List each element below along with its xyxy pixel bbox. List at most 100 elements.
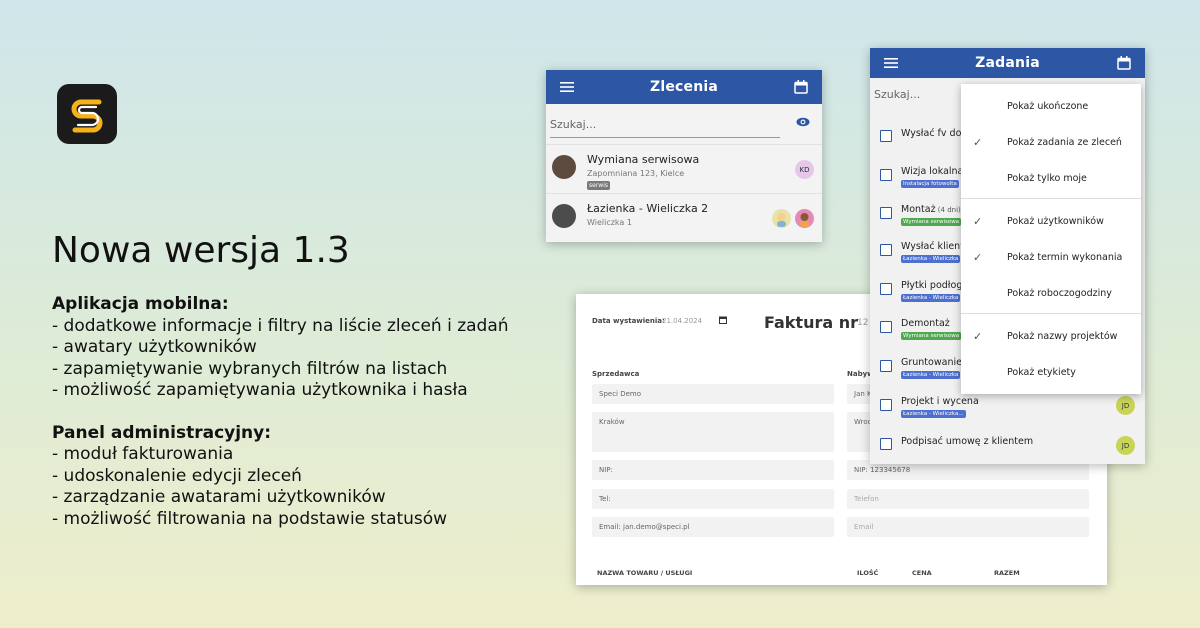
column-header: ILOŚĆ [857, 569, 879, 577]
calendar-icon[interactable] [794, 80, 808, 94]
task-checkbox[interactable] [880, 399, 892, 411]
user-avatar: KD [795, 160, 814, 179]
seller-name-field[interactable]: Speci Demo [592, 384, 834, 404]
user-avatar: JD [1116, 396, 1135, 415]
job-address: Zapomniana 123, Kielce [587, 169, 685, 178]
user-avatar [795, 209, 814, 228]
release-headline: Nowa wersja 1.3 [52, 230, 350, 271]
task-project-tag: Wymiana serwisowa [901, 218, 962, 226]
menu-item[interactable]: ✓ Pokaż użytkowników [961, 211, 1141, 231]
menu-divider [961, 313, 1141, 314]
zlecenia-appbar: Zlecenia [546, 70, 822, 104]
seller-address-field[interactable]: Kraków [592, 412, 834, 452]
task-project-tag: Instalacja fotowolta [901, 180, 959, 188]
buyer-phone-field[interactable]: Telefon [847, 489, 1089, 509]
job-name: Łazienka - Wieliczka 2 [587, 202, 709, 215]
menu-item-label: Pokaż etykiety [1007, 366, 1076, 378]
task-title: Płytki podłog [901, 280, 963, 291]
issue-date-label: Data wystawienia: [592, 317, 665, 325]
menu-item-label: Pokaż użytkowników [1007, 215, 1104, 227]
column-header: CENA [912, 569, 932, 577]
menu-item[interactable]: Pokaż etykiety [961, 362, 1141, 382]
list-item[interactable]: Wymiana serwisowa Zapomniana 123, Kielce… [546, 144, 822, 193]
task-checkbox[interactable] [880, 283, 892, 295]
invoice-number: 12 [857, 318, 869, 328]
eye-icon[interactable] [796, 117, 810, 127]
seller-tel-field[interactable]: Tel: [592, 489, 834, 509]
job-avatar [552, 204, 576, 228]
job-tag: serwis [587, 181, 610, 190]
zlecenia-title: Zlecenia [649, 79, 719, 95]
admin-item: - moduł fakturowania [52, 444, 234, 464]
task-checkbox[interactable] [880, 169, 892, 181]
mobile-item: - awatary użytkowników [52, 337, 257, 357]
mobile-item: - możliwość zapamiętywania użytkownika i… [52, 380, 468, 400]
avatar-face-icon [800, 213, 809, 227]
zadania-appbar: Zadania [870, 48, 1145, 78]
issue-date-value[interactable]: 21.04.2024 [662, 317, 702, 325]
menu-item[interactable]: ✓ Pokaż nazwy projektów [961, 326, 1141, 346]
mobile-heading: Aplikacja mobilna: [52, 294, 229, 314]
task-title: Montaż (4 dni) [901, 204, 961, 215]
task-title: Wizja lokalna [901, 166, 964, 177]
seller-nip-field[interactable]: NIP: [592, 460, 834, 480]
admin-item: - udoskonalenie edycji zleceń [52, 465, 302, 486]
task-checkbox[interactable] [880, 360, 892, 372]
column-header: RAZEM [994, 569, 1020, 577]
job-avatar [552, 155, 576, 179]
list-item[interactable]: Łazienka - Wieliczka 2 Wieliczka 1 [546, 193, 822, 242]
menu-item-label: Pokaż roboczogodziny [1007, 287, 1112, 299]
task-duration: (4 dni) [935, 206, 961, 214]
task-project-tag: Łazienka - Wieliczka [901, 294, 961, 302]
admin-item: - zarządzanie awatarami użytkowników [52, 487, 386, 507]
task-title: Wysłać klient [901, 241, 964, 252]
task-project-tag: Łazienka - Wieliczka [901, 371, 961, 379]
zlecenia-search[interactable]: Szukaj... [546, 104, 822, 144]
buyer-email-field[interactable]: Email [847, 517, 1089, 537]
check-icon: ✓ [973, 135, 983, 149]
mobile-item: - zapamiętywanie wybranych filtrów na li… [52, 358, 448, 379]
task-title: Podpisać umowę z klientem [901, 436, 1034, 447]
filter-menu: Pokaż ukończone ✓ Pokaż zadania ze zleceń P… [961, 84, 1141, 394]
job-name: Wymiana serwisowa [587, 153, 700, 166]
menu-item[interactable]: ✓ Pokaż termin wykonania [961, 247, 1141, 267]
menu-item[interactable]: Pokaż roboczogodziny [961, 283, 1141, 303]
task-project-tag: Łazienka - Wieliczka... [901, 410, 966, 418]
task-project-tag: Łazienka - Wieliczka [901, 255, 961, 263]
task-row[interactable]: Podpisać umowę z klientem JD [870, 436, 1145, 464]
menu-item-label: Pokaż nazwy projektów [1007, 330, 1118, 342]
task-checkbox[interactable] [880, 207, 892, 219]
seller-email-field[interactable]: Email: jan.demo@speci.pl [592, 517, 834, 537]
menu-divider [961, 198, 1141, 199]
menu-item-label: Pokaż tylko moje [1007, 172, 1087, 184]
seller-label: Sprzedawca [592, 370, 640, 378]
zlecenia-screen: Zlecenia Szukaj... Wymiana serwisowa Zap… [546, 70, 822, 242]
user-avatar: JD [1116, 436, 1135, 455]
menu-item-label: Pokaż zadania ze zleceń [1007, 136, 1122, 148]
menu-item[interactable]: ✓ Pokaż zadania ze zleceń [961, 132, 1141, 152]
check-icon: ✓ [973, 329, 983, 343]
column-header: NAZWA TOWARU / USŁUGI [597, 569, 693, 577]
calendar-icon[interactable] [719, 316, 727, 324]
task-row[interactable]: Projekt i wycena Łazienka - Wieliczka... J… [870, 396, 1145, 432]
task-checkbox[interactable] [880, 130, 892, 142]
check-icon: ✓ [973, 250, 983, 264]
user-avatar [772, 209, 791, 228]
task-checkbox[interactable] [880, 244, 892, 256]
menu-icon[interactable] [560, 82, 574, 92]
menu-item[interactable]: Pokaż ukończone [961, 96, 1141, 116]
mobile-item: - dodatkowe informacje i filtry na liści… [52, 315, 509, 336]
avatar-face-icon [777, 213, 786, 227]
app-logo [57, 84, 117, 144]
task-checkbox[interactable] [880, 321, 892, 333]
menu-icon[interactable] [884, 58, 898, 68]
task-title: Wysłać fv do [901, 128, 962, 139]
task-checkbox[interactable] [880, 438, 892, 450]
check-icon: ✓ [973, 214, 983, 228]
admin-item: - możliwość filtrowania na podstawie sta… [52, 508, 448, 529]
job-address: Wieliczka 1 [587, 218, 632, 227]
search-input[interactable]: Szukaj... [550, 118, 596, 131]
menu-item[interactable]: Pokaż tylko moje [961, 168, 1141, 188]
task-title: Projekt i wycena [901, 396, 979, 407]
calendar-icon[interactable] [1117, 56, 1131, 70]
